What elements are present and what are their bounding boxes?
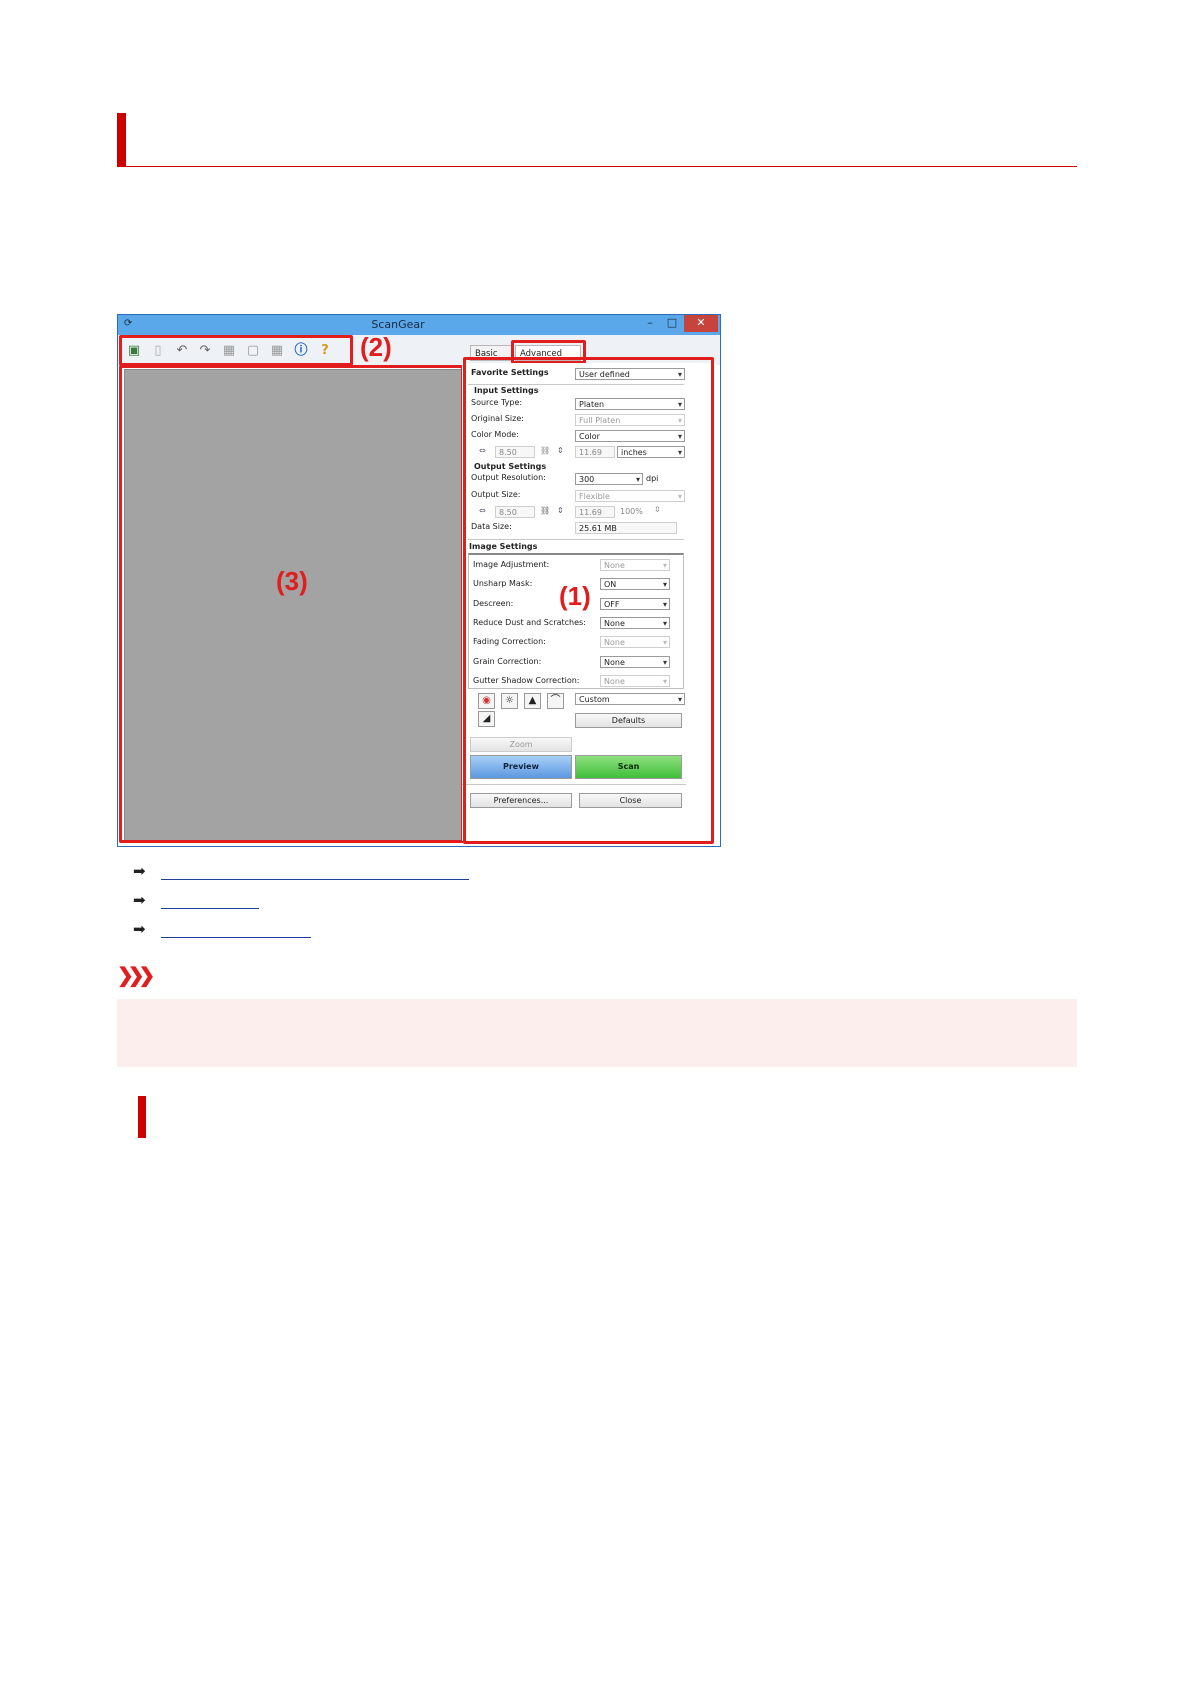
important-note-box — [117, 999, 1077, 1067]
subheading-bar — [138, 1096, 146, 1138]
window-title: ScanGear — [371, 318, 425, 331]
scangear-window: ⟳ ScanGear – □ ✕ ▣ ▯ ↶ ↷ ▦ ▢ ▦ ⓘ ? (2) B… — [117, 314, 721, 847]
arrow-icon: ➡ — [133, 863, 146, 880]
minimize-button[interactable]: – — [640, 315, 660, 332]
title-bar: ⟳ ScanGear – □ ✕ — [118, 315, 720, 335]
callout-box-3 — [119, 365, 464, 843]
arrow-icon: ➡ — [133, 921, 146, 938]
arrow-icon: ➡ — [133, 892, 146, 909]
heading-bar — [117, 113, 126, 167]
callout-label-3: (3) — [276, 566, 308, 596]
close-window-button[interactable]: ✕ — [684, 315, 718, 332]
link-1[interactable] — [161, 879, 469, 880]
link-2[interactable] — [161, 908, 259, 909]
callout-box-1 — [463, 357, 714, 844]
callout-label-2: (2) — [360, 332, 392, 362]
maximize-button[interactable]: □ — [662, 315, 682, 332]
heading-rule — [117, 166, 1077, 167]
link-3[interactable] — [161, 937, 311, 938]
callout-box-2 — [119, 335, 353, 366]
important-icon: ❯❯❯ — [117, 965, 155, 987]
